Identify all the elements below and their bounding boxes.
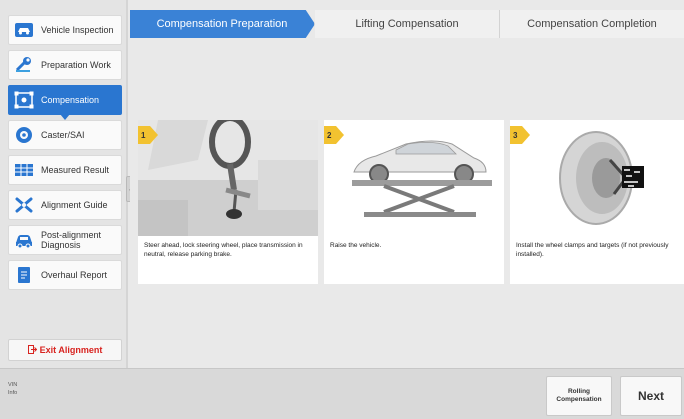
sidebar-item-overhaul-report[interactable]: Overhaul Report <box>8 260 122 290</box>
wrench-icon <box>13 54 35 76</box>
step-tabs: Compensation Preparation Lifting Compens… <box>130 10 684 38</box>
step-description: Install the wheel clamps and targets (if… <box>516 242 669 258</box>
next-button[interactable]: Next <box>620 376 682 416</box>
tab-label: Lifting Compensation <box>355 18 459 30</box>
sidebar-item-label: Vehicle Inspection <box>41 25 114 35</box>
compensation-label: Compensation <box>556 396 602 403</box>
rolling-label: Rolling <box>567 388 591 395</box>
sidebar-item-alignment-guide[interactable]: Alignment Guide <box>8 190 122 220</box>
rolling-compensation-button[interactable]: Rolling Compensation <box>546 376 612 416</box>
step-card-1: 1 Steer ahead, lock steering wheel, plac… <box>138 120 318 284</box>
exit-alignment-label: Exit Alignment <box>39 345 103 355</box>
step-card-2: 2 Raise the vehicle. <box>324 120 504 284</box>
sidebar-item-label: Post-alignment Diagnosis <box>41 230 102 250</box>
sidebar-item-post-alignment-diagnosis[interactable]: Post-alignment Diagnosis <box>8 225 122 255</box>
tab-lifting-compensation[interactable]: Lifting Compensation <box>315 10 500 38</box>
step-card-3: 3 Install the wheel clamps and targets (… <box>510 120 684 284</box>
next-label: Next <box>637 389 664 403</box>
sidebar-item-label: Caster/SAI <box>41 130 85 140</box>
tools-icon <box>13 194 35 216</box>
sidebar-item-label: Preparation Work <box>41 60 111 70</box>
sidebar-item-label: Overhaul Report <box>41 270 108 280</box>
sidebar-item-label: Alignment Guide <box>41 200 108 210</box>
table-icon <box>13 159 35 181</box>
vin-label: VIN <box>8 382 18 388</box>
step-description: Steer ahead, lock steering wheel, place … <box>144 242 303 258</box>
sidebar-item-vehicle-inspection[interactable]: Vehicle Inspection <box>8 15 122 45</box>
step-description: Raise the vehicle. <box>330 242 382 249</box>
compensation-icon <box>13 89 35 111</box>
info-label: Info <box>8 390 18 396</box>
steering-wheel-image: 1 <box>138 120 318 236</box>
report-icon <box>13 264 35 286</box>
sidebar-item-label: Compensation <box>41 95 100 105</box>
wheel-icon <box>13 124 35 146</box>
tab-label: Compensation Completion <box>527 18 657 30</box>
tab-label: Compensation Preparation <box>156 18 288 30</box>
vehicle-lift-image: 2 <box>324 120 504 236</box>
tab-compensation-preparation[interactable]: Compensation Preparation <box>130 10 315 38</box>
sidebar: Vehicle Inspection Preparation Work Comp… <box>0 0 128 368</box>
sidebar-item-caster-sai[interactable]: Caster/SAI <box>8 120 122 150</box>
car-diagnosis-icon <box>13 229 35 251</box>
exit-alignment-button[interactable]: Exit Alignment <box>8 339 122 361</box>
tab-compensation-completion[interactable]: Compensation Completion <box>500 10 684 38</box>
vehicle-info: VIN Info <box>8 381 17 397</box>
exit-icon <box>27 344 37 356</box>
bottom-bar: VIN Info Rolling Compensation Next <box>0 368 684 419</box>
sidebar-item-label: Measured Result <box>41 165 110 175</box>
sidebar-item-measured-result[interactable]: Measured Result <box>8 155 122 185</box>
main-content: 1 Steer ahead, lock steering wheel, plac… <box>130 38 684 368</box>
car-inspection-icon <box>13 19 35 41</box>
wheel-clamp-image: 3 <box>510 120 684 236</box>
sidebar-item-preparation-work[interactable]: Preparation Work <box>8 50 122 80</box>
sidebar-item-compensation[interactable]: Compensation <box>8 85 122 120</box>
